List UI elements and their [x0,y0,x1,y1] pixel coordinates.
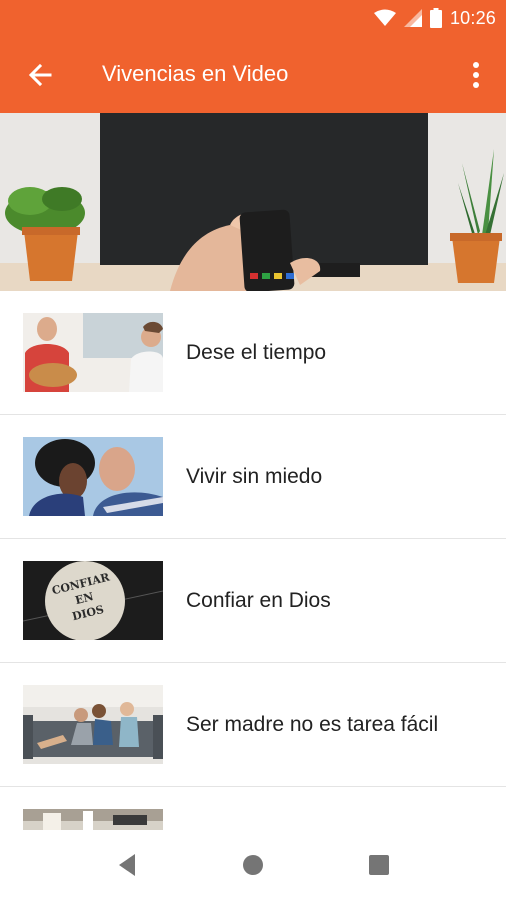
nav-home-button[interactable] [238,850,268,880]
back-button[interactable] [22,57,58,93]
list-item[interactable]: Vivir sin miedo [0,415,506,539]
arrow-back-icon [28,63,52,87]
navigation-bar [0,830,506,900]
page-title: Vivencias en Video [102,61,289,86]
video-title: Dese el tiempo [186,341,327,364]
list-item[interactable]: CONFIAR EN DIOS Confiar en Dios [0,539,506,663]
nav-back-button[interactable] [113,850,143,880]
video-thumbnail: CONFIAR EN DIOS [23,561,163,640]
signal-icon [403,9,422,27]
video-thumbnail [23,437,163,516]
video-list: Dese el tiempo Vivir sin miedo CONFIAR E [0,291,506,910]
video-thumbnail [23,685,163,764]
status-bar: 10:26 [0,0,506,37]
home-circle-icon [243,855,263,875]
wifi-icon [373,9,396,26]
more-vert-icon [473,62,479,88]
list-item[interactable]: Ser madre no es tarea fácil [0,663,506,787]
recents-square-icon [369,855,389,875]
video-thumbnail [23,313,163,392]
app-bar: Vivencias en Video [0,37,506,113]
video-title: Confiar en Dios [186,589,331,612]
hero-image [0,113,506,291]
status-time: 10:26 [449,7,496,28]
list-item[interactable]: Dese el tiempo [0,291,506,415]
video-title: Vivir sin miedo [186,465,323,488]
video-title: Ser madre no es tarea fácil [186,713,439,736]
overflow-menu-button[interactable] [464,57,488,93]
nav-recents-button[interactable] [364,850,394,880]
back-triangle-icon [119,854,135,876]
battery-icon [429,8,442,28]
